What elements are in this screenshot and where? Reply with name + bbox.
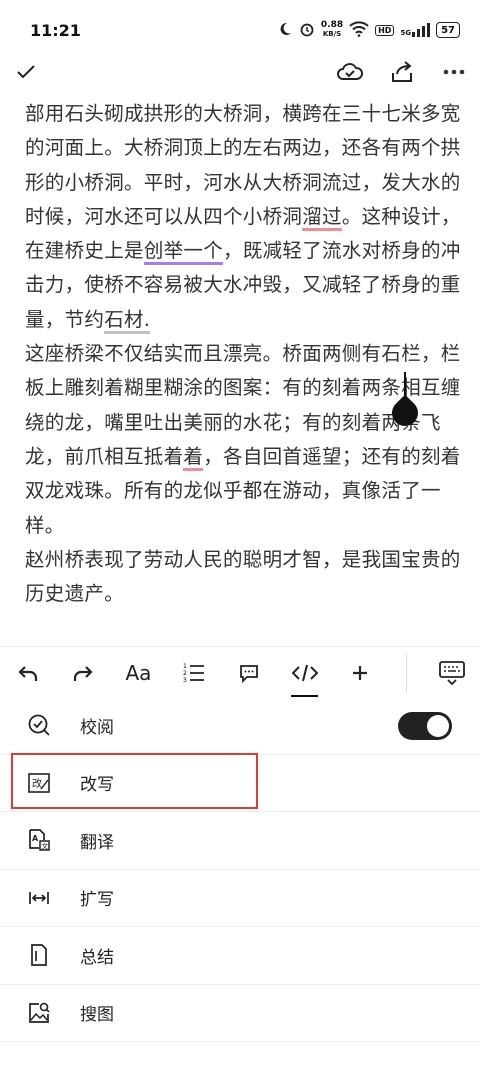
proofread-icon <box>25 711 53 739</box>
net-speed-unit: KB/S <box>322 30 342 38</box>
typo-underline-red[interactable]: 溜过 <box>302 204 342 231</box>
menu-item-label: 校阅 <box>80 717 114 738</box>
svg-text:A: A <box>32 834 39 843</box>
status-time: 11:21 <box>30 20 81 40</box>
battery-indicator: 57 <box>436 22 460 38</box>
keyboard-hide-icon[interactable] <box>425 647 480 699</box>
more-icon[interactable] <box>440 58 468 86</box>
signal-label: 5G <box>400 29 412 37</box>
menu-item-image-search[interactable]: 搜图 <box>0 985 480 1042</box>
hd-badge: HD <box>375 24 395 36</box>
font-style-button[interactable]: Aa <box>111 647 166 699</box>
format-toolbar: Aa 123 <box>0 646 480 698</box>
share-icon[interactable] <box>388 58 416 86</box>
paragraph-3: 赵州桥表现了劳动人民的聪明才智，是我国宝贵的历史遗产。 <box>25 547 461 606</box>
menu-item-translate[interactable]: A文 翻译 <box>0 812 480 870</box>
toolbar-divider <box>405 652 407 693</box>
menu-item-label: 扩写 <box>80 890 114 911</box>
paragraph-1: 部用石头砌成拱形的大桥洞，横跨在三十七米多宽的河面上。大桥洞顶上的左右两边，还各… <box>25 97 465 337</box>
menu-item-label: 翻译 <box>80 832 114 853</box>
status-icons: 0.88 KB/S HD 5G 57 <box>277 21 460 40</box>
typo-underline-red[interactable]: 着 <box>183 444 204 471</box>
top-toolbar <box>0 48 480 96</box>
signal-icon: 5G <box>400 23 431 37</box>
svg-text:2: 2 <box>183 670 187 677</box>
cloud-sync-icon[interactable] <box>336 58 364 86</box>
svg-text:1: 1 <box>183 663 187 670</box>
summary-icon <box>25 941 53 969</box>
plus-icon[interactable] <box>332 647 387 699</box>
numbered-list-icon[interactable]: 123 <box>166 647 221 699</box>
document-body[interactable]: 部用石头砌成拱形的大桥洞，横跨在三十七米多宽的河面上。大桥洞顶上的左右两边，还各… <box>25 97 465 611</box>
translate-icon: A文 <box>25 826 53 854</box>
grammar-underline-purple[interactable]: 创举一个 <box>143 239 224 266</box>
check-icon[interactable] <box>12 58 40 86</box>
comment-icon[interactable] <box>222 647 277 699</box>
punctuation-underline-gray[interactable]: 石材. <box>104 307 151 334</box>
ai-assist-menu: 校阅 改 改写 A文 翻译 扩写 总结 搜图 <box>0 697 480 1042</box>
moon-icon <box>277 21 293 40</box>
menu-item-expand[interactable]: 扩写 <box>0 870 480 927</box>
net-speed-value: 0.88 <box>320 20 344 30</box>
menu-item-label: 总结 <box>80 947 114 968</box>
svg-text:3: 3 <box>183 677 187 684</box>
selection-highlight-box <box>11 753 258 809</box>
net-speed: 0.88 KB/S <box>321 21 343 39</box>
menu-item-label: 搜图 <box>80 1005 114 1026</box>
menu-item-proofread[interactable]: 校阅 <box>0 697 480 755</box>
expand-icon <box>25 884 53 912</box>
menu-item-summary[interactable]: 总结 <box>0 927 480 985</box>
image-search-icon <box>25 999 53 1027</box>
wifi-icon <box>349 20 369 40</box>
proofread-toggle[interactable] <box>398 712 452 740</box>
code-icon[interactable] <box>277 647 332 699</box>
redo-icon[interactable] <box>55 647 110 699</box>
paragraph-2: 这座桥梁不仅结实而且漂亮。桥面两侧有石栏，栏板上雕刻着糊里糊涂的图案：有的刻着两… <box>25 337 465 543</box>
svg-text:文: 文 <box>41 842 48 851</box>
alarm-icon <box>299 21 315 40</box>
undo-icon[interactable] <box>0 647 55 699</box>
